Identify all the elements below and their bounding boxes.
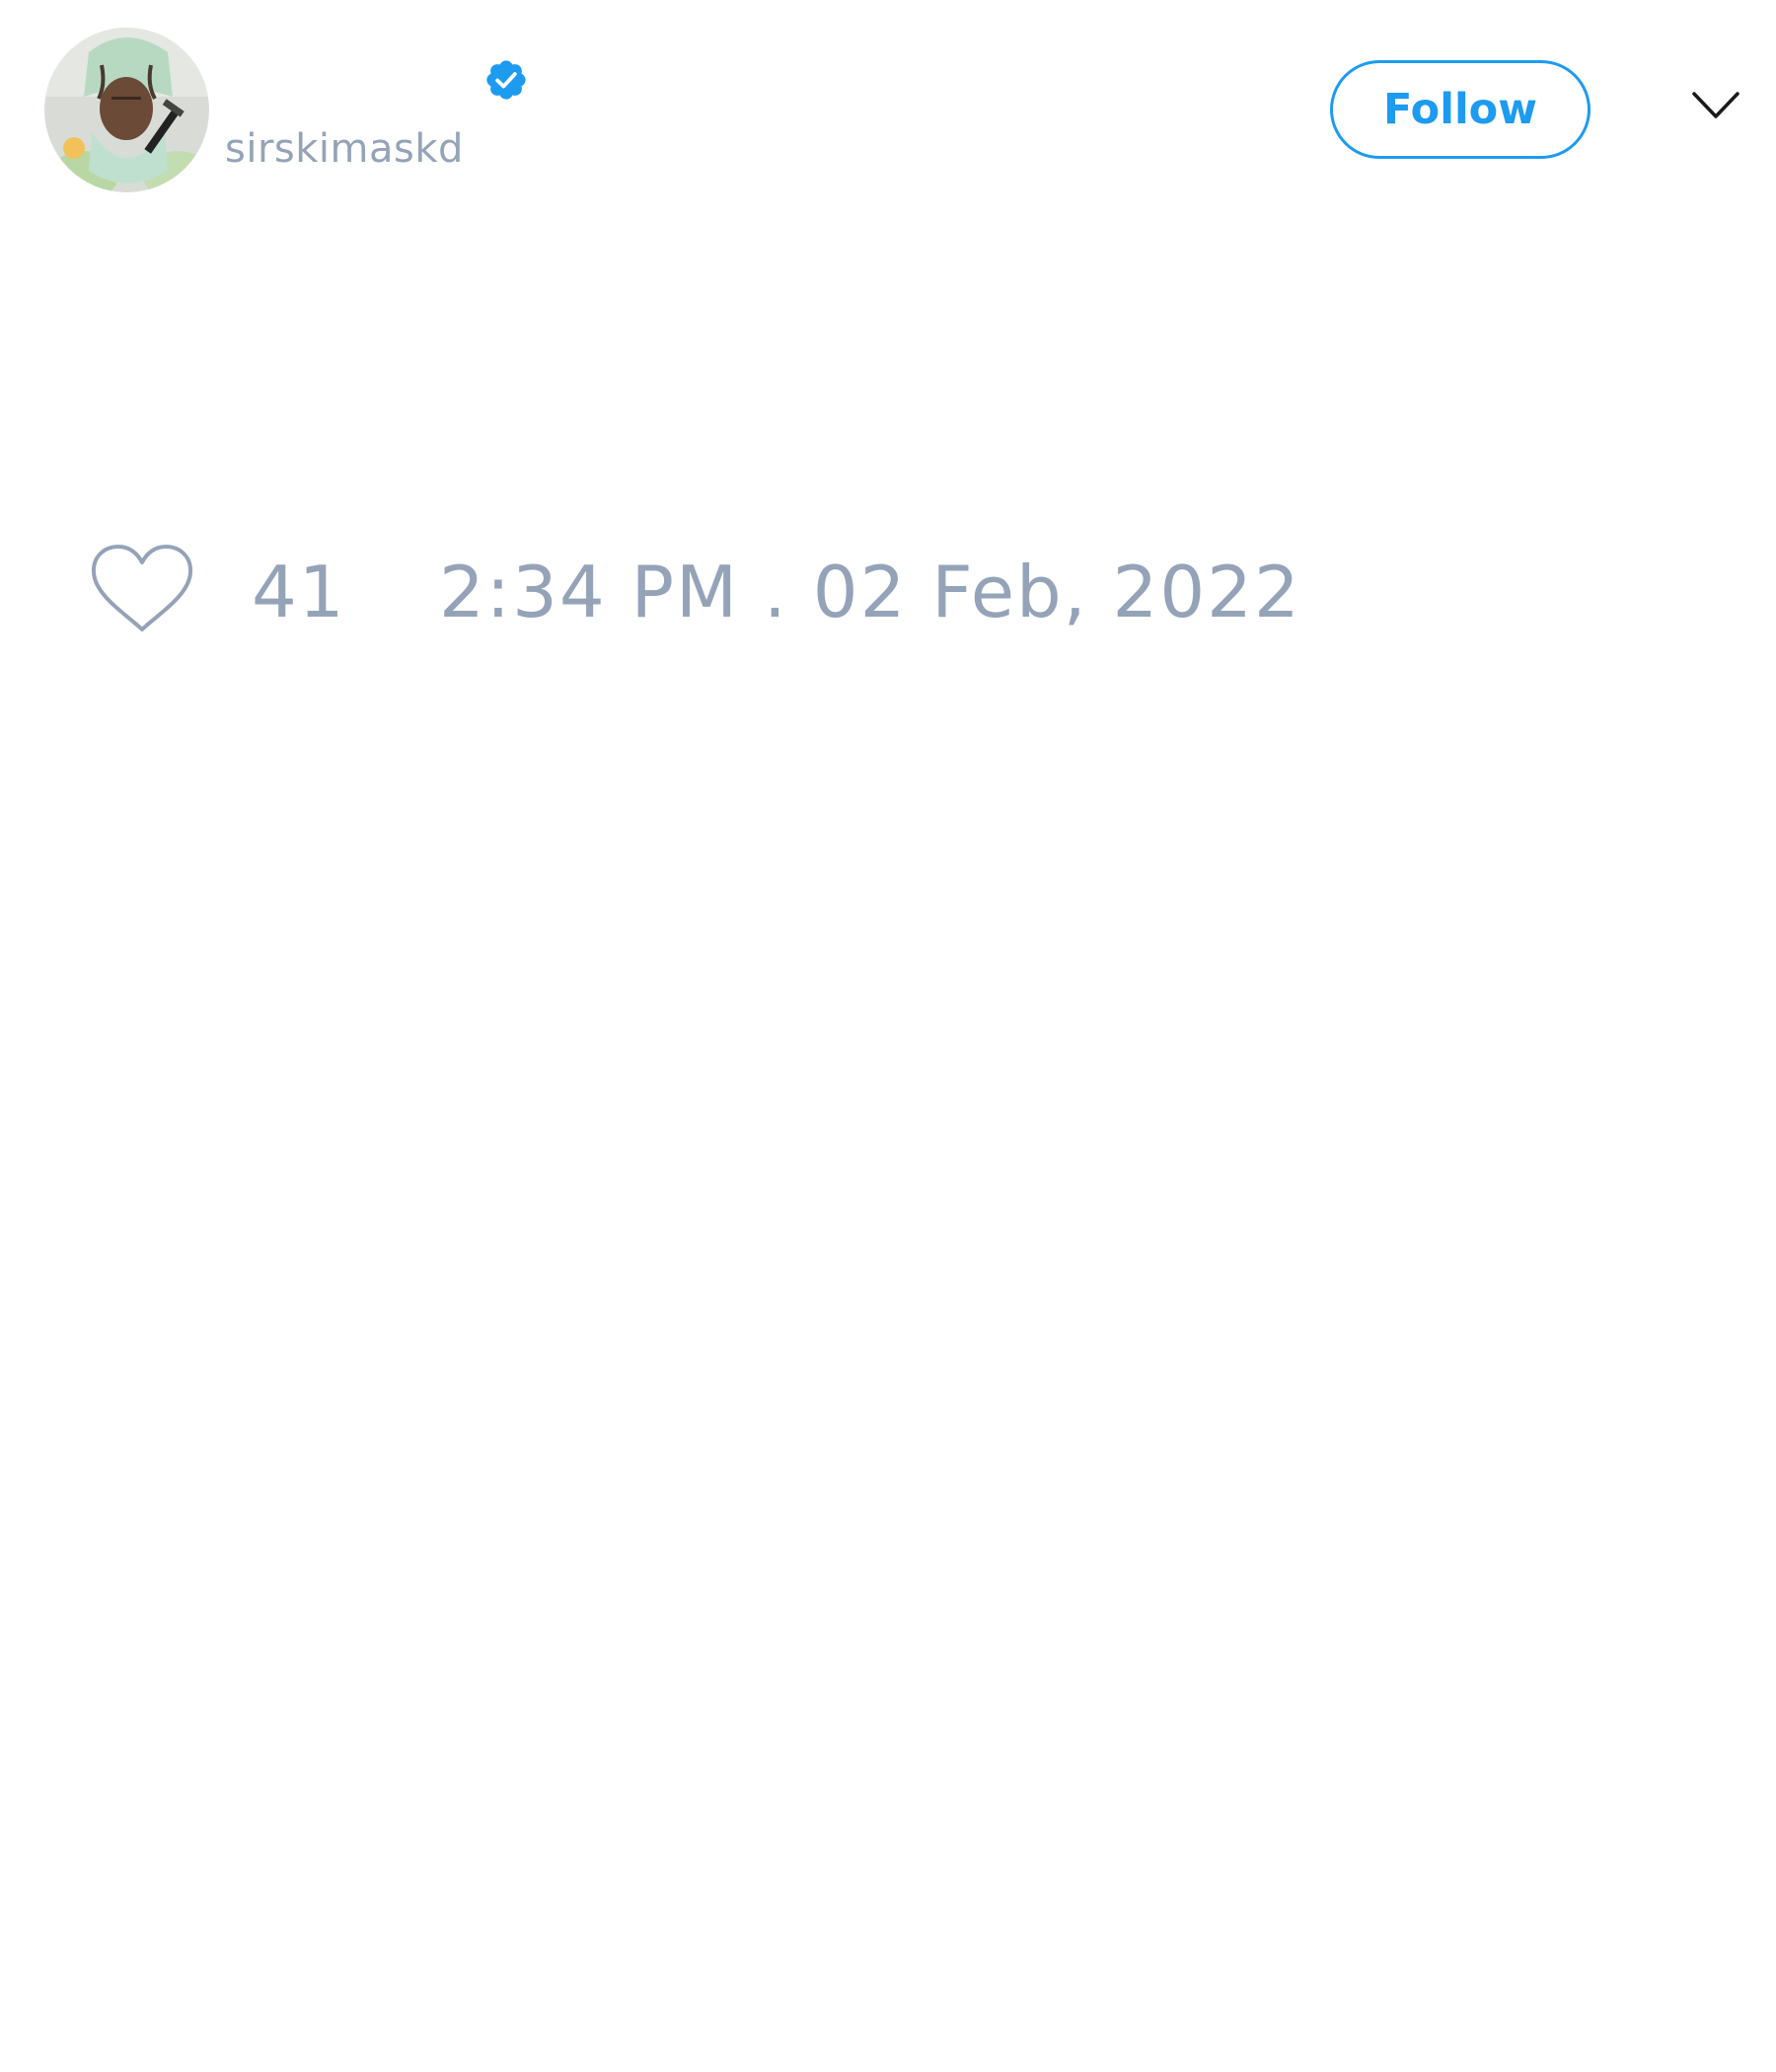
avatar-image [44,28,209,192]
chevron-down-icon[interactable] [1692,91,1739,120]
tweet-header: sirskimaskd Follow [0,0,1776,227]
tweet-timestamp[interactable]: 2:34 PM . 02 Feb, 2022 [439,543,1301,641]
like-count: 41 [252,551,346,633]
tweet-footer: 41 2:34 PM . 02 Feb, 2022 [0,533,1776,651]
tweet-card: sirskimaskd Follow 41 2:34 PM . 02 Feb, … [0,0,1776,2072]
follow-button[interactable]: Follow [1330,60,1591,159]
verified-badge-icon [486,60,526,100]
heart-outline-icon[interactable] [89,543,195,635]
handle[interactable]: sirskimaskd [225,126,464,172]
avatar[interactable] [44,28,209,192]
